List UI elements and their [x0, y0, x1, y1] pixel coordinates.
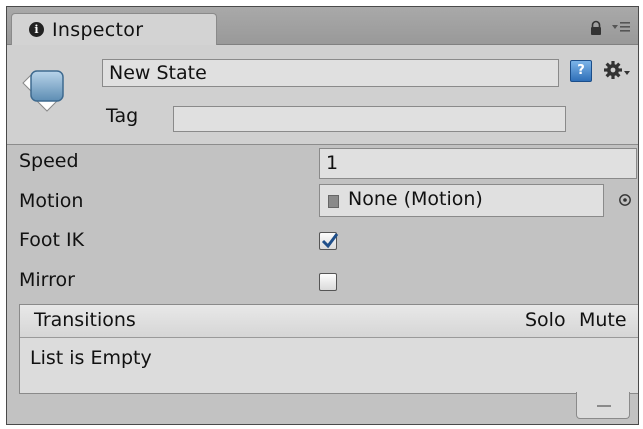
speed-field[interactable]: 1 — [319, 148, 637, 179]
minus-icon — [597, 405, 611, 407]
lock-icon[interactable] — [588, 20, 604, 36]
inspector-window: i Inspector New State ? Tag Speed 1 Moti… — [6, 6, 639, 425]
tab-bar: i Inspector — [7, 7, 638, 45]
info-icon: i — [29, 22, 44, 37]
transitions-list: Transitions Solo Mute List is Empty — [19, 304, 638, 394]
help-icon[interactable]: ? — [570, 60, 592, 82]
transitions-header: Transitions Solo Mute — [20, 305, 638, 338]
object-picker-icon[interactable] — [618, 193, 632, 207]
motion-label: Motion — [19, 190, 84, 212]
motion-object-icon — [328, 195, 339, 208]
solo-column-header: Solo — [525, 309, 566, 331]
tag-label: Tag — [106, 105, 139, 127]
speed-label: Speed — [19, 150, 79, 172]
tag-field[interactable] — [173, 106, 566, 132]
gear-icon[interactable] — [603, 59, 633, 81]
foot-ik-checkbox[interactable] — [319, 232, 339, 250]
tab-label: Inspector — [52, 19, 144, 41]
foot-ik-label: Foot IK — [19, 229, 85, 251]
animator-state-icon — [22, 70, 64, 112]
state-name-field[interactable]: New State — [102, 59, 559, 87]
menu-icon[interactable] — [611, 20, 631, 34]
mirror-checkbox[interactable] — [319, 273, 337, 291]
mirror-label: Mirror — [19, 269, 75, 291]
tab-inspector[interactable]: i Inspector — [11, 13, 217, 45]
mute-column-header: Mute — [579, 309, 627, 331]
empty-list-message: List is Empty — [30, 347, 152, 369]
checkmark-icon — [321, 233, 339, 249]
motion-value: None (Motion) — [348, 188, 483, 210]
state-header: New State ? Tag — [7, 45, 638, 145]
remove-transition-button[interactable] — [576, 392, 630, 419]
motion-field[interactable]: None (Motion) — [319, 184, 604, 217]
transitions-title: Transitions — [34, 309, 136, 331]
